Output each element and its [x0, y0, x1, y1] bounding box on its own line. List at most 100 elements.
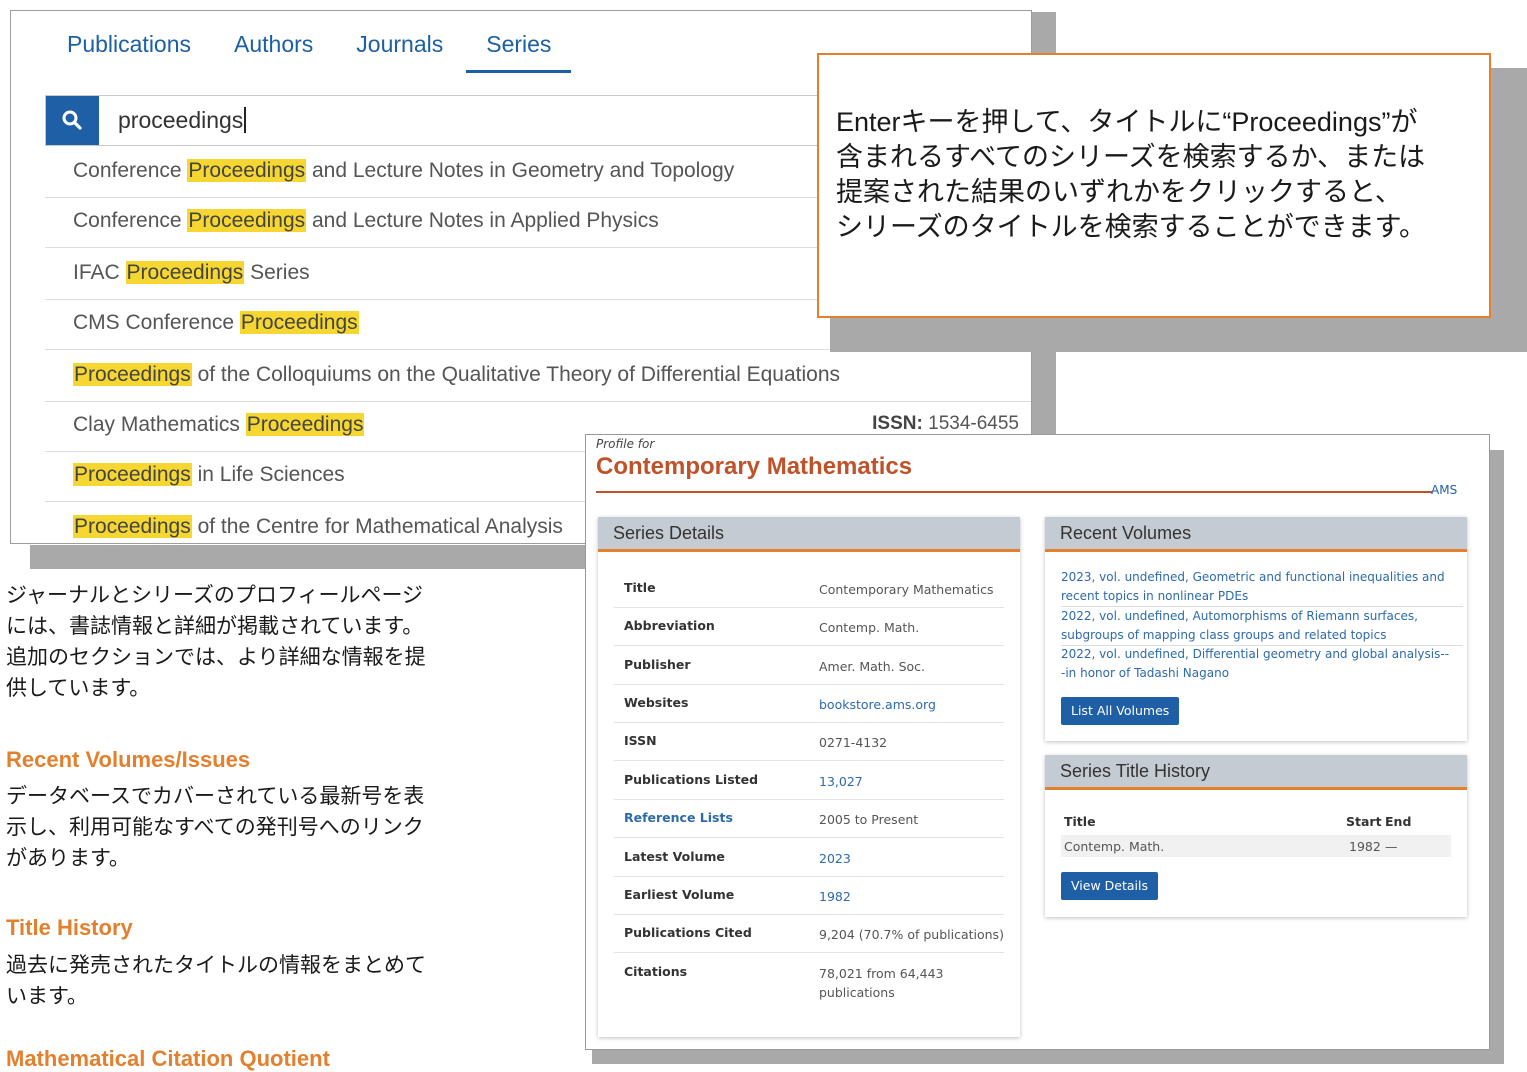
result-text: Series — [244, 261, 310, 284]
recent-volumes-heading: Recent Volumes/Issues — [6, 747, 251, 772]
detail-value: Amer. Math. Soc. — [819, 659, 925, 674]
search-button[interactable] — [46, 96, 99, 145]
detail-key: Publications Listed — [624, 772, 759, 787]
detail-key: Earliest Volume — [624, 887, 735, 902]
col-end: End — [1385, 814, 1412, 829]
tab-publications[interactable]: Publications — [67, 31, 191, 73]
result-highlight: Proceedings — [239, 311, 359, 334]
recent-volumes-card-heading: Recent Volumes — [1045, 517, 1467, 552]
profile-for-label: Profile for — [596, 437, 655, 451]
detail-key: Publications Cited — [624, 925, 752, 940]
result-text: IFAC — [73, 261, 126, 284]
history-start: 1982 — [1349, 839, 1381, 854]
result-text: and Lecture Notes in Applied Physics — [306, 209, 659, 232]
search-tabs: Publications Authors Journals Series — [67, 31, 614, 73]
result-issn: ISSN: 1534-6455 — [872, 413, 1019, 435]
result-highlight: Proceedings — [73, 363, 192, 386]
result-text: Conference — [73, 209, 188, 232]
volume-link[interactable]: 2022, vol. undefined, Automorphisms of R… — [1061, 607, 1451, 645]
detail-key: ISSN — [624, 733, 657, 748]
tab-series[interactable]: Series — [466, 31, 572, 73]
result-text: of the Colloquiums on the Qualitative Th… — [191, 363, 841, 386]
detail-row: Publications Listed 13,027 — [614, 761, 1004, 800]
title-history-heading: Title History — [6, 915, 133, 940]
latest-volume-link[interactable]: 2023 — [819, 849, 1004, 868]
detail-value: Contemporary Mathematics — [819, 582, 994, 597]
history-end: — — [1385, 839, 1398, 854]
result-highlight: Proceedings — [73, 463, 192, 486]
recent-line: があります。 — [6, 847, 130, 870]
callout-line: Enterキーを押して、タイトルに“Proceedings”が — [836, 107, 1418, 137]
ams-logo: AMS — [1431, 483, 1457, 497]
history-title: Contemp. Math. — [1064, 839, 1165, 854]
detail-row: ISSN 0271-4132 — [614, 722, 1004, 761]
search-input[interactable]: proceedings — [118, 107, 247, 133]
title-history-card-heading: Series Title History — [1045, 755, 1467, 790]
detail-row: Latest Volume 2023 — [614, 838, 1004, 877]
result-highlight: Proceedings — [73, 515, 192, 538]
issn-label: ISSN: — [872, 413, 923, 434]
callout-line: 提案された結果のいずれかをクリックすると、 — [836, 177, 1402, 207]
profile-panel: Profile for Contemporary Mathematics AMS… — [585, 434, 1490, 1050]
callout-box: Enterキーを押して、タイトルに“Proceedings”が 含まれるすべての… — [817, 53, 1491, 318]
publications-listed-link[interactable]: 13,027 — [819, 772, 1004, 791]
recent-line: 示し、利用可能なすべての発刊号へのリンク — [6, 816, 424, 839]
detail-key: Title — [624, 580, 656, 595]
result-text: in Life Sciences — [191, 463, 345, 486]
callout-line: シリーズのタイトルを検索することができます。 — [836, 212, 1426, 242]
detail-key: Publisher — [624, 657, 691, 672]
title-line: います。 — [6, 985, 88, 1008]
detail-row: Earliest Volume 1982 — [614, 876, 1004, 915]
page-title: Contemporary Mathematics — [596, 453, 913, 480]
result-text: Clay Mathematics — [73, 413, 246, 436]
volume-link[interactable]: 2023, vol. undefined, Geometric and func… — [1061, 568, 1451, 606]
detail-row: Publisher Amer. Math. Soc. — [614, 646, 1004, 685]
search-icon — [62, 110, 82, 130]
col-title: Title — [1064, 814, 1096, 829]
title-divider — [596, 491, 1432, 493]
detail-row: Publications Cited 9,204 (70.7% of public… — [614, 914, 1004, 953]
result-text: of the Centre for Mathematical Analysis — [191, 515, 563, 538]
result-highlight: Proceedings — [245, 413, 365, 436]
mcq-heading: Mathematical Citation Quotient — [6, 1046, 330, 1071]
detail-row: Abbreviation Contemp. Math. — [614, 607, 1004, 646]
col-start: Start — [1346, 814, 1382, 829]
volume-link[interactable]: 2022, vol. undefined, Differential geome… — [1061, 645, 1451, 683]
detail-row: Citations 78,021 from 64,443 publications — [614, 953, 1004, 1011]
series-details-card: Series Details Title Contemporary Mathema… — [598, 517, 1020, 1037]
view-details-button[interactable]: View Details — [1061, 872, 1158, 900]
result-text: CMS Conference — [73, 311, 240, 334]
detail-value: Contemp. Math. — [819, 620, 920, 635]
tab-authors[interactable]: Authors — [234, 31, 313, 73]
search-result-item[interactable]: Proceedings of the Colloquiums on the Qu… — [45, 351, 1031, 402]
title-line: 過去に発売されたタイトルの情報をまとめて — [6, 954, 426, 977]
result-text: Conference — [73, 159, 188, 182]
detail-key: Websites — [624, 695, 689, 710]
detail-value: 2005 to Present — [819, 812, 919, 827]
detail-row: Websites bookstore.ams.org — [614, 684, 1004, 723]
detail-key: Abbreviation — [624, 618, 715, 633]
reference-lists-link[interactable]: Reference Lists — [624, 810, 733, 825]
detail-value: 78,021 from 64,443 publications — [819, 966, 944, 1000]
title-history-paragraph: 過去に発売されたタイトルの情報をまとめて います。 — [6, 950, 526, 1012]
detail-row: Reference Lists 2005 to Present — [614, 799, 1004, 838]
website-link[interactable]: bookstore.ams.org — [819, 695, 1004, 714]
tab-journals[interactable]: Journals — [356, 31, 443, 73]
result-highlight: Proceedings — [187, 159, 307, 182]
callout-line: 含まれるすべてのシリーズを検索するか、または — [836, 142, 1426, 172]
result-text: and Lecture Notes in Geometry and Topolo… — [306, 159, 735, 182]
intro-line: 供しています。 — [6, 677, 151, 700]
list-all-volumes-button[interactable]: List All Volumes — [1061, 697, 1180, 725]
title-history-card: Series Title History Title Start End Con… — [1045, 755, 1467, 917]
earliest-volume-link[interactable]: 1982 — [819, 887, 1004, 906]
result-highlight: Proceedings — [187, 209, 307, 232]
intro-line: には、書誌情報と詳細が掲載されています。 — [6, 615, 424, 638]
callout-text: Enterキーを押して、タイトルに“Proceedings”が 含まれるすべての… — [836, 105, 1426, 245]
ams-logo-text: AMS — [1431, 483, 1458, 497]
table-row: Contemp. Math. 1982 — — [1061, 835, 1451, 857]
detail-row: Title Contemporary Mathematics — [614, 569, 1004, 608]
detail-key: Citations — [624, 964, 688, 979]
intro-line: 追加のセクションでは、より詳細な情報を提 — [6, 646, 426, 669]
intro-line: ジャーナルとシリーズのプロフィールページ — [6, 584, 424, 607]
intro-paragraph: ジャーナルとシリーズのプロフィールページ には、書誌情報と詳細が掲載されています… — [6, 580, 526, 704]
